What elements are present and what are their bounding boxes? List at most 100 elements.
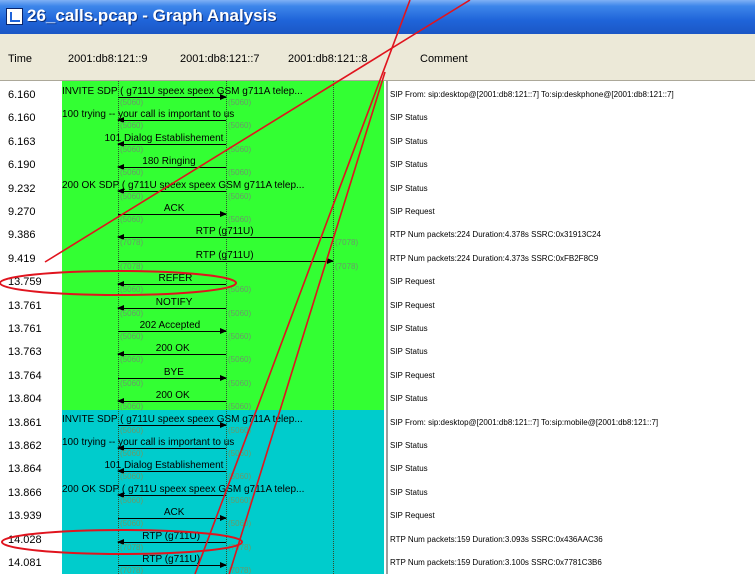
- time-cell[interactable]: 14.081: [8, 557, 42, 569]
- message-label: 100 trying -- your call is important to …: [62, 109, 235, 121]
- port-label: (5060): [120, 425, 144, 435]
- comment-cell[interactable]: RTP Num packets:159 Duration:3.100s SSRC…: [390, 558, 602, 568]
- message-label: RTP (g711U): [195, 226, 254, 238]
- port-label: (5060): [120, 98, 144, 107]
- comment-cell[interactable]: SIP Status: [390, 137, 428, 147]
- message-label: INVITE SDP ( g711U speex speex GSM g711A…: [62, 86, 303, 97]
- port-label: (5060): [228, 308, 252, 318]
- port-label: (5060): [228, 191, 252, 201]
- comment-cell[interactable]: RTP Num packets:159 Duration:3.093s SSRC…: [390, 535, 603, 545]
- port-label: (5060): [120, 121, 144, 131]
- port-label: (5060): [228, 402, 252, 412]
- port-label: (5060): [228, 449, 252, 458]
- time-cell[interactable]: 9.419: [8, 253, 36, 265]
- time-cell[interactable]: 9.270: [8, 206, 36, 218]
- time-cell[interactable]: 13.804: [8, 393, 42, 405]
- port-label: (5060): [228, 355, 252, 365]
- comment-cell[interactable]: SIP Status: [390, 113, 428, 123]
- time-cell[interactable]: 13.761: [8, 323, 42, 335]
- port-label: (5060): [228, 144, 252, 154]
- port-label: (5060): [120, 332, 144, 341]
- comment-cell[interactable]: SIP Request: [390, 277, 435, 287]
- port-label: (5060): [228, 495, 252, 505]
- time-cell[interactable]: 9.232: [8, 183, 36, 195]
- port-label: (5060): [120, 308, 144, 318]
- comment-cell[interactable]: SIP From: sip:desktop@[2001:db8:121::7] …: [390, 90, 674, 100]
- time-header[interactable]: Time: [8, 53, 32, 65]
- comment-cell[interactable]: SIP Status: [390, 324, 428, 334]
- comment-cell[interactable]: RTP Num packets:224 Duration:4.378s SSRC…: [390, 230, 601, 240]
- message-label: 200 OK SDP ( g711U speex speex GSM g711A…: [62, 179, 305, 191]
- port-label: (5060): [120, 144, 144, 154]
- time-cell[interactable]: 6.190: [8, 159, 36, 171]
- port-label: (5060): [120, 378, 144, 388]
- comment-cell[interactable]: SIP Status: [390, 184, 428, 194]
- port-label: (5060): [120, 168, 144, 178]
- time-cell[interactable]: 13.862: [8, 440, 42, 452]
- message-label: RTP (g711U): [195, 249, 254, 261]
- port-label: (5060): [228, 168, 252, 178]
- comment-cell[interactable]: SIP Request: [390, 511, 435, 521]
- comment-cell[interactable]: SIP Status: [390, 394, 428, 404]
- time-cell[interactable]: 14.028: [8, 534, 42, 546]
- port-label: (5060): [120, 449, 144, 458]
- port-label: (5060): [120, 191, 144, 201]
- time-cell[interactable]: 6.160: [8, 89, 36, 101]
- comment-header[interactable]: Comment: [420, 53, 468, 65]
- time-cell[interactable]: 6.160: [8, 112, 36, 124]
- port-label: (5060): [228, 425, 252, 435]
- comment-cell[interactable]: SIP Request: [390, 371, 435, 381]
- host1-lifeline: [118, 81, 119, 574]
- time-column[interactable]: 6.160 6.160 6.163 6.190 9.232 9.270 9.386 9.419…: [0, 81, 60, 574]
- port-label: (5060): [228, 121, 252, 131]
- flow-graph[interactable]: INVITE SDP ( g711U speex speex GSM g711A…: [60, 81, 386, 574]
- time-cell[interactable]: 6.163: [8, 136, 36, 148]
- time-cell[interactable]: 13.759: [8, 276, 42, 288]
- port-label: (7078): [228, 542, 252, 552]
- message-label: 180 Ringing: [142, 156, 196, 168]
- comment-cell[interactable]: SIP From: sip:desktop@[2001:db8:121::7] …: [390, 418, 658, 428]
- port-label: (5060): [120, 472, 144, 482]
- host3-header: 2001:db8:121::8: [288, 53, 368, 65]
- comment-cell[interactable]: SIP Status: [390, 488, 428, 498]
- comment-cell[interactable]: RTP Num packets:224 Duration:4.373s SSRC…: [390, 254, 598, 264]
- port-label: (5060): [120, 215, 144, 224]
- message-arrow[interactable]: [118, 257, 334, 264]
- port-label: (5060): [120, 402, 144, 412]
- time-cell[interactable]: 13.763: [8, 346, 42, 358]
- message-label: NOTIFY: [155, 296, 193, 308]
- port-label: (5060): [120, 495, 144, 505]
- comment-cell[interactable]: SIP Status: [390, 160, 428, 170]
- port-label: (7078): [120, 566, 144, 574]
- comment-cell[interactable]: SIP Request: [390, 207, 435, 217]
- message-label: 100 trying -- your call is important to …: [62, 437, 235, 448]
- message-label: INVITE SDP ( g711U speex speex GSM g711A…: [62, 413, 303, 425]
- time-cell[interactable]: 13.939: [8, 510, 42, 522]
- comment-cell[interactable]: SIP Status: [390, 464, 428, 474]
- port-label: (5060): [228, 378, 252, 388]
- time-cell[interactable]: 13.866: [8, 487, 42, 499]
- port-label: (7078): [228, 566, 252, 574]
- message-label: 101 Dialog Establishement: [104, 460, 224, 472]
- comment-cell[interactable]: SIP Status: [390, 441, 428, 451]
- time-cell[interactable]: 13.861: [8, 417, 42, 429]
- port-label: (7078): [335, 238, 359, 248]
- message-arrow[interactable]: [117, 234, 333, 241]
- port-label: (5060): [120, 355, 144, 365]
- message-label: RTP (g711U): [142, 530, 201, 542]
- app-icon[interactable]: [6, 8, 23, 25]
- port-label: (7078): [335, 261, 359, 271]
- time-cell[interactable]: 13.764: [8, 370, 42, 382]
- message-label: 202 Accepted: [139, 320, 201, 331]
- port-label: (7078): [120, 238, 144, 248]
- time-cell[interactable]: 13.761: [8, 300, 42, 312]
- comment-cell[interactable]: SIP Request: [390, 301, 435, 311]
- time-cell[interactable]: 13.864: [8, 463, 42, 475]
- host3-lifeline: [333, 81, 334, 574]
- comment-cell[interactable]: SIP Status: [390, 347, 428, 357]
- message-label: RTP (g711U): [142, 554, 201, 565]
- port-label: (5060): [228, 519, 252, 529]
- time-cell[interactable]: 9.386: [8, 229, 36, 241]
- port-label: (5060): [228, 332, 252, 341]
- comment-column[interactable]: SIP From: sip:desktop@[2001:db8:121::7] …: [388, 81, 755, 574]
